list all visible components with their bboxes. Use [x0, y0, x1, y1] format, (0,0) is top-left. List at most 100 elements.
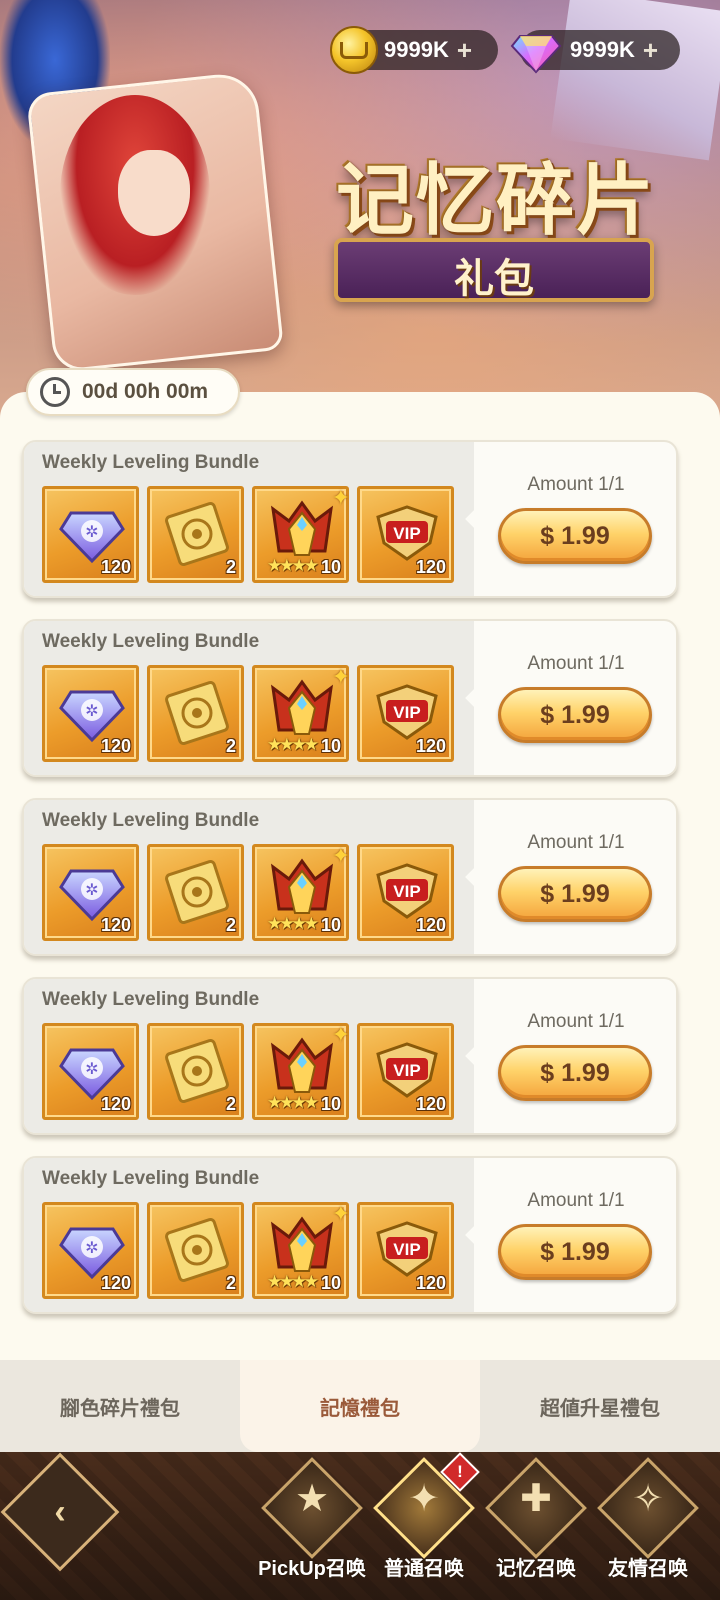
- back-button[interactable]: ‹: [0, 1452, 120, 1572]
- reward-item[interactable]: 2: [147, 665, 244, 762]
- reward-item[interactable]: ★★★★ ✦ 10: [252, 843, 350, 941]
- coin-value: 9999K: [384, 37, 449, 62]
- reward-quantity: 2: [225, 915, 236, 935]
- reward-quantity: 2: [225, 1273, 236, 1293]
- reward-quantity: 2: [225, 557, 236, 577]
- reward-quantity: 120: [100, 1273, 131, 1293]
- star-rating: ★★★★: [267, 1093, 319, 1112]
- star-rating: ★★★★: [267, 735, 319, 754]
- bundle-contents: Weekly Leveling Bundle ✲ 120 2 ★★★★ ✦ 10 …: [24, 621, 474, 775]
- gem-balance[interactable]: 9999K +: [510, 30, 680, 74]
- reward-item[interactable]: ✲ 120: [42, 665, 139, 762]
- reward-quantity: 120: [100, 915, 131, 935]
- reward-items: ✲ 120 2 ★★★★ ✦ 10 VIP 120: [42, 485, 454, 583]
- reward-quantity: 120: [415, 557, 446, 577]
- reward-quantity: 2: [225, 1094, 236, 1114]
- buy-button[interactable]: $ 1.99: [498, 866, 652, 922]
- nav-pickup-summon[interactable]: ★ PickUp召唤: [256, 1457, 368, 1594]
- bundle-name: Weekly Leveling Bundle: [42, 810, 260, 831]
- reward-quantity: 120: [415, 1273, 446, 1293]
- bundle-contents: Weekly Leveling Bundle ✲ 120 2 ★★★★ ✦ 10 …: [24, 442, 474, 596]
- bundle-card: Weekly Leveling Bundle ✲ 120 2 ★★★★ ✦ 10 …: [22, 619, 678, 777]
- title-plate: 礼包: [334, 238, 654, 302]
- svg-text:✲: ✲: [85, 1061, 98, 1078]
- bundle-card: Weekly Leveling Bundle ✲ 120 2 ★★★★ ✦ 10 …: [22, 798, 678, 956]
- tab-star-upgrade-bundle[interactable]: 超値升星禮包: [480, 1360, 720, 1452]
- nav-friendship-summon[interactable]: ✧ 友情召唤: [592, 1457, 704, 1594]
- bundle-purchase: Amount 1/1 $ 1.99: [474, 979, 676, 1133]
- reward-quantity: 120: [100, 557, 131, 577]
- star-rating: ★★★★: [267, 914, 319, 933]
- reward-items: ✲ 120 2 ★★★★ ✦ 10 VIP 120: [42, 1201, 454, 1299]
- reward-item[interactable]: 2: [147, 486, 244, 583]
- alert-mark: !: [457, 1462, 463, 1481]
- reward-item[interactable]: 2: [147, 1023, 244, 1120]
- buy-button[interactable]: $ 1.99: [498, 687, 652, 743]
- reward-item[interactable]: 2: [147, 1202, 244, 1299]
- bottom-navigation: ‹ ★ PickUp召唤 ✦ 普通召唤 ✚ 记忆召唤 ✧ 友情召唤: [0, 1452, 720, 1600]
- reward-item[interactable]: ★★★★ ✦ 10: [252, 1022, 350, 1120]
- bundle-title-logo: 记忆碎片 礼包: [300, 150, 690, 320]
- add-gems-icon[interactable]: +: [643, 35, 658, 66]
- tab-memory-bundle[interactable]: 記憶禮包: [240, 1360, 480, 1452]
- nav-label: PickUp召唤: [258, 1558, 366, 1580]
- tab-character-fragment-bundle[interactable]: 腳色碎片禮包: [0, 1360, 240, 1452]
- bundle-purchase: Amount 1/1 $ 1.99: [474, 621, 676, 775]
- reward-item[interactable]: VIP 120: [357, 844, 454, 941]
- svg-text:✲: ✲: [85, 1240, 98, 1257]
- add-coins-icon[interactable]: +: [457, 35, 472, 66]
- nav-memory-summon[interactable]: ✚ 记忆召唤: [480, 1457, 592, 1594]
- bundle-card: Weekly Leveling Bundle ✲ 120 2 ★★★★ ✦ 10 …: [22, 1156, 678, 1314]
- purchase-limit: Amount 1/1: [527, 1011, 625, 1032]
- svg-text:VIP: VIP: [393, 882, 420, 901]
- reward-quantity: 120: [100, 736, 131, 756]
- purchase-limit: Amount 1/1: [527, 1190, 625, 1211]
- buy-button[interactable]: $ 1.99: [498, 508, 652, 564]
- reward-item[interactable]: ★★★★ ✦ 10: [252, 485, 350, 583]
- reward-item[interactable]: VIP 120: [357, 665, 454, 762]
- svg-text:VIP: VIP: [393, 703, 420, 722]
- bundle-purchase: Amount 1/1 $ 1.99: [474, 442, 676, 596]
- reward-items: ✲ 120 2 ★★★★ ✦ 10 VIP 120: [42, 843, 454, 941]
- star-rating: ★★★★: [267, 556, 319, 575]
- character-face: [118, 150, 190, 236]
- corner-star-icon: ✦: [331, 1201, 350, 1226]
- reward-item[interactable]: ✲ 120: [42, 1023, 139, 1120]
- bundle-purchase: Amount 1/1 $ 1.99: [474, 800, 676, 954]
- bundle-contents: Weekly Leveling Bundle ✲ 120 2 ★★★★ ✦ 10 …: [24, 979, 474, 1133]
- bundle-name: Weekly Leveling Bundle: [42, 631, 260, 652]
- reward-quantity: 120: [415, 1094, 446, 1114]
- star-rating: ★★★★: [267, 1272, 319, 1291]
- coin-balance[interactable]: 9999K +: [330, 26, 498, 74]
- title-sub: 礼包: [454, 255, 534, 302]
- purchase-limit: Amount 1/1: [527, 474, 625, 495]
- reward-item[interactable]: ✲ 120: [42, 486, 139, 583]
- reward-quantity: 10: [320, 915, 341, 935]
- svg-text:✲: ✲: [85, 524, 98, 541]
- reward-item[interactable]: ★★★★ ✦ 10: [252, 664, 350, 762]
- timer-text: 00d 00h 00m: [82, 380, 209, 403]
- reward-item[interactable]: VIP 120: [357, 1023, 454, 1120]
- svg-text:VIP: VIP: [393, 1061, 420, 1080]
- buy-button[interactable]: $ 1.99: [498, 1045, 652, 1101]
- buy-button[interactable]: $ 1.99: [498, 1224, 652, 1280]
- reward-item[interactable]: 2: [147, 844, 244, 941]
- reward-item[interactable]: VIP 120: [357, 486, 454, 583]
- back-arrow-icon: ‹: [54, 1493, 66, 1531]
- svg-text:✲: ✲: [85, 882, 98, 899]
- compass-star-icon: ✧: [632, 1478, 664, 1520]
- corner-star-icon: ✦: [331, 485, 350, 510]
- reward-item[interactable]: ✲ 120: [42, 844, 139, 941]
- reward-item[interactable]: ✲ 120: [42, 1202, 139, 1299]
- bundle-name: Weekly Leveling Bundle: [42, 452, 260, 473]
- star-icon: ★: [294, 1478, 330, 1520]
- svg-text:✲: ✲: [85, 703, 98, 720]
- reward-quantity: 10: [320, 557, 341, 577]
- title-main: 记忆碎片: [335, 155, 656, 246]
- nav-label: 普通召唤: [384, 1558, 464, 1580]
- reward-item[interactable]: VIP 120: [357, 1202, 454, 1299]
- reward-item[interactable]: ★★★★ ✦ 10: [252, 1201, 350, 1299]
- countdown-timer: 00d 00h 00m: [26, 368, 240, 416]
- clock-icon: [40, 377, 70, 407]
- reward-quantity: 120: [415, 736, 446, 756]
